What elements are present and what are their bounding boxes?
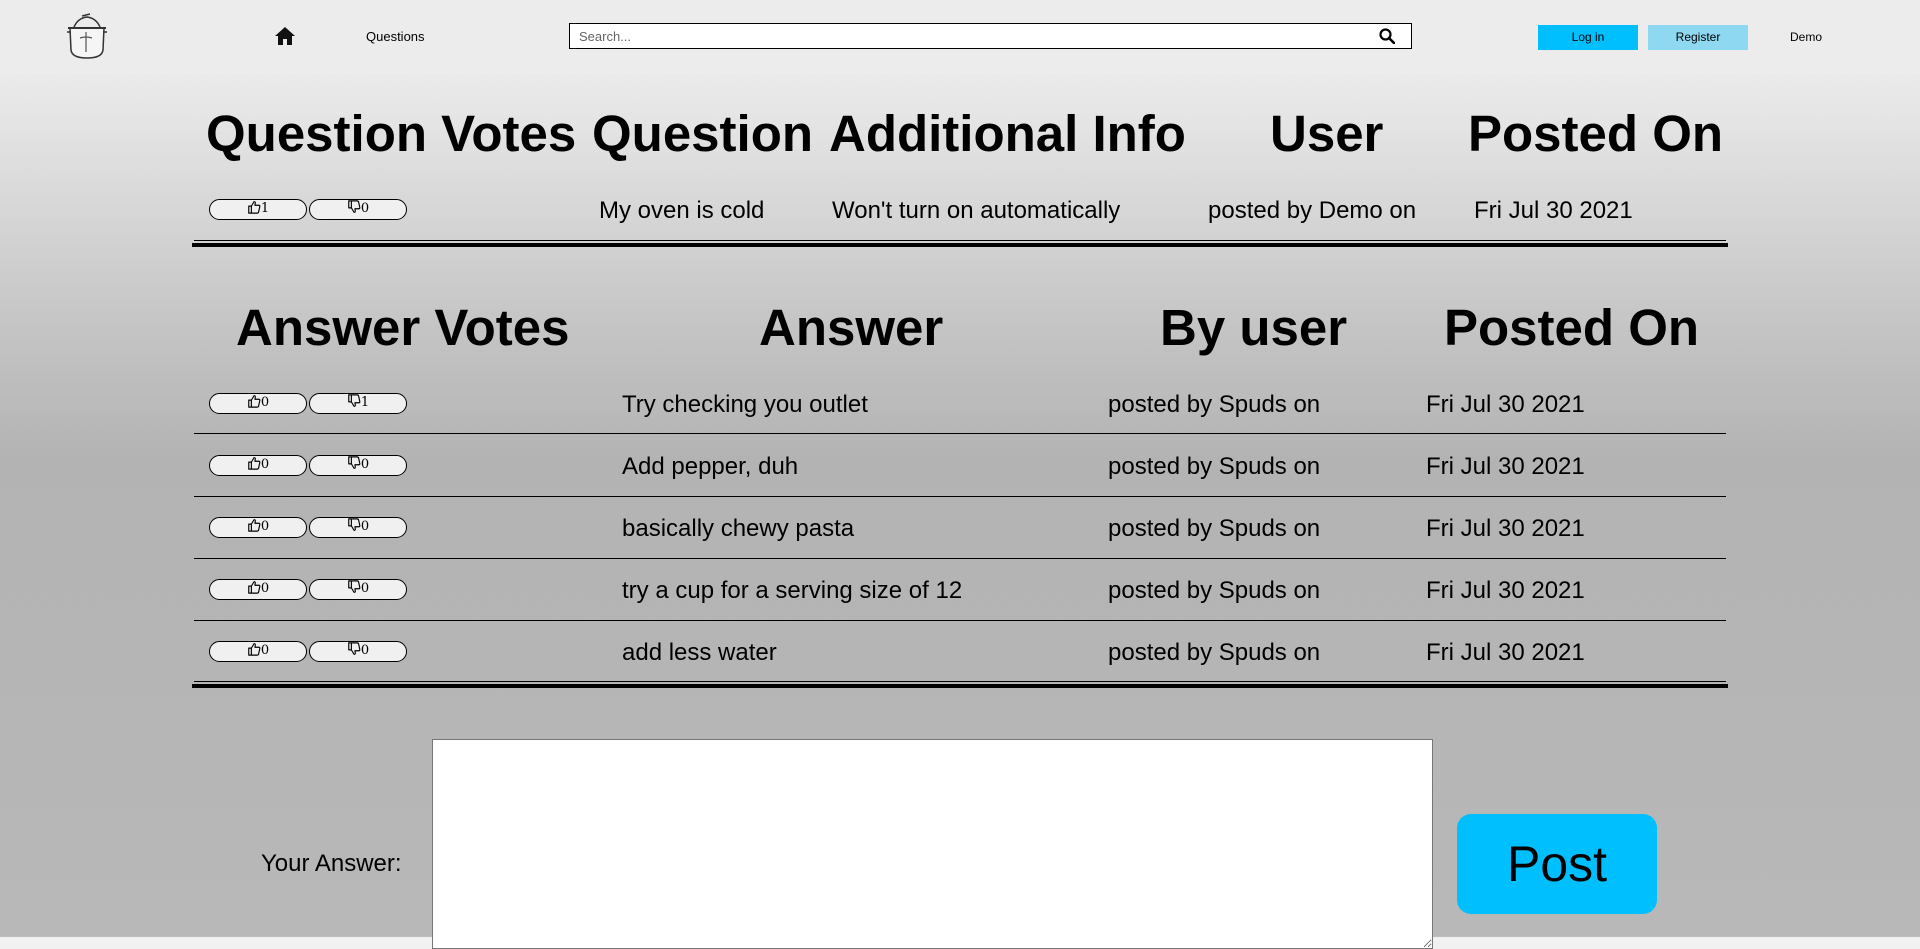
upvote-button[interactable]: 0 bbox=[209, 517, 307, 538]
answer-textarea[interactable] bbox=[432, 739, 1433, 949]
answer-text: Try checking you outlet bbox=[622, 391, 868, 418]
upvote-count: 0 bbox=[260, 581, 270, 596]
thumbs-down-icon bbox=[347, 200, 361, 214]
search-icon[interactable] bbox=[1379, 28, 1395, 44]
row-divider bbox=[194, 433, 1726, 434]
post-button[interactable]: Post bbox=[1457, 814, 1657, 914]
answer-user: posted by Spuds on bbox=[1108, 577, 1321, 604]
answer-date: Fri Jul 30 2021 bbox=[1426, 391, 1585, 418]
answer-text: add less water bbox=[622, 639, 777, 666]
thumbs-down-icon bbox=[347, 580, 361, 594]
answer-date: Fri Jul 30 2021 bbox=[1426, 453, 1585, 480]
nav-questions-link[interactable]: Questions bbox=[366, 29, 425, 44]
question-user: posted by Demo on bbox=[1208, 197, 1417, 224]
header-user: User bbox=[1270, 105, 1384, 162]
answer-text: Add pepper, duh bbox=[622, 453, 799, 480]
upvote-count: 0 bbox=[260, 519, 270, 534]
table-bottom-border bbox=[192, 243, 1728, 247]
header-posted-on: Posted On bbox=[1468, 105, 1724, 162]
upvote-button[interactable]: 0 bbox=[209, 393, 307, 414]
downvote-count: 0 bbox=[360, 519, 370, 534]
header-question-votes: Question Votes bbox=[206, 105, 577, 162]
row-divider bbox=[194, 681, 1726, 682]
row-divider bbox=[194, 558, 1726, 559]
thumbs-up-icon bbox=[247, 580, 261, 594]
thumbs-up-icon bbox=[247, 394, 261, 408]
header-answer: Answer bbox=[759, 299, 944, 356]
thumbs-up-icon bbox=[247, 518, 261, 532]
upvote-count: 0 bbox=[260, 643, 270, 658]
user-menu-demo[interactable]: Demo bbox=[1790, 30, 1822, 44]
answer-user: posted by Spuds on bbox=[1108, 391, 1321, 418]
upvote-button[interactable]: 1 bbox=[209, 199, 307, 220]
header-answer-votes: Answer Votes bbox=[236, 299, 570, 356]
downvote-button[interactable]: 0 bbox=[309, 199, 407, 220]
register-button[interactable]: Register bbox=[1648, 25, 1748, 50]
thumbs-up-icon bbox=[247, 456, 261, 470]
downvote-count: 0 bbox=[360, 643, 370, 658]
row-divider bbox=[194, 620, 1726, 621]
thumbs-down-icon bbox=[347, 394, 361, 408]
answer-date: Fri Jul 30 2021 bbox=[1426, 515, 1585, 542]
upvote-count: 0 bbox=[260, 395, 270, 410]
navbar: Questions Log in Register Demo bbox=[0, 0, 1920, 74]
answer-text: basically chewy pasta bbox=[622, 515, 855, 542]
downvote-count: 0 bbox=[360, 457, 370, 472]
your-answer-label: Your Answer: bbox=[261, 850, 402, 877]
thumbs-down-icon bbox=[347, 456, 361, 470]
downvote-button[interactable]: 1 bbox=[309, 393, 407, 414]
downvote-button[interactable]: 0 bbox=[309, 455, 407, 476]
answer-user: posted by Spuds on bbox=[1108, 453, 1321, 480]
thumbs-up-icon bbox=[247, 642, 261, 656]
thumbs-down-icon bbox=[347, 642, 361, 656]
answer-text: try a cup for a serving size of 12 bbox=[622, 577, 963, 604]
search-input[interactable] bbox=[579, 27, 1359, 45]
thumbs-up-icon bbox=[247, 200, 261, 214]
row-divider bbox=[194, 496, 1726, 497]
downvote-count: 0 bbox=[360, 581, 370, 596]
downvote-count: 0 bbox=[360, 201, 370, 216]
upvote-count: 0 bbox=[260, 457, 270, 472]
upvote-count: 1 bbox=[260, 201, 270, 216]
question-date: Fri Jul 30 2021 bbox=[1474, 197, 1633, 224]
search-bar bbox=[569, 23, 1412, 49]
upvote-button[interactable]: 0 bbox=[209, 641, 307, 662]
header-additional-info: Additional Info bbox=[829, 105, 1186, 162]
question-title: My oven is cold bbox=[599, 197, 765, 224]
answer-date: Fri Jul 30 2021 bbox=[1426, 577, 1585, 604]
answer-date: Fri Jul 30 2021 bbox=[1426, 639, 1585, 666]
downvote-button[interactable]: 0 bbox=[309, 579, 407, 600]
upvote-button[interactable]: 0 bbox=[209, 455, 307, 476]
login-button[interactable]: Log in bbox=[1538, 25, 1638, 50]
question-info: Won't turn on automatically bbox=[832, 197, 1121, 224]
downvote-button[interactable]: 0 bbox=[309, 641, 407, 662]
answer-user: posted by Spuds on bbox=[1108, 515, 1321, 542]
downvote-count: 1 bbox=[360, 395, 370, 410]
pot-logo-icon[interactable] bbox=[64, 12, 110, 60]
upvote-button[interactable]: 0 bbox=[209, 579, 307, 600]
header-by-user: By user bbox=[1160, 299, 1348, 356]
home-icon[interactable] bbox=[274, 26, 296, 46]
answer-user: posted by Spuds on bbox=[1108, 639, 1321, 666]
thumbs-down-icon bbox=[347, 518, 361, 532]
header-question: Question bbox=[592, 105, 814, 162]
table-bottom-border bbox=[192, 684, 1728, 688]
row-divider bbox=[194, 240, 1726, 241]
header-answer-posted-on: Posted On bbox=[1444, 299, 1700, 356]
downvote-button[interactable]: 0 bbox=[309, 517, 407, 538]
